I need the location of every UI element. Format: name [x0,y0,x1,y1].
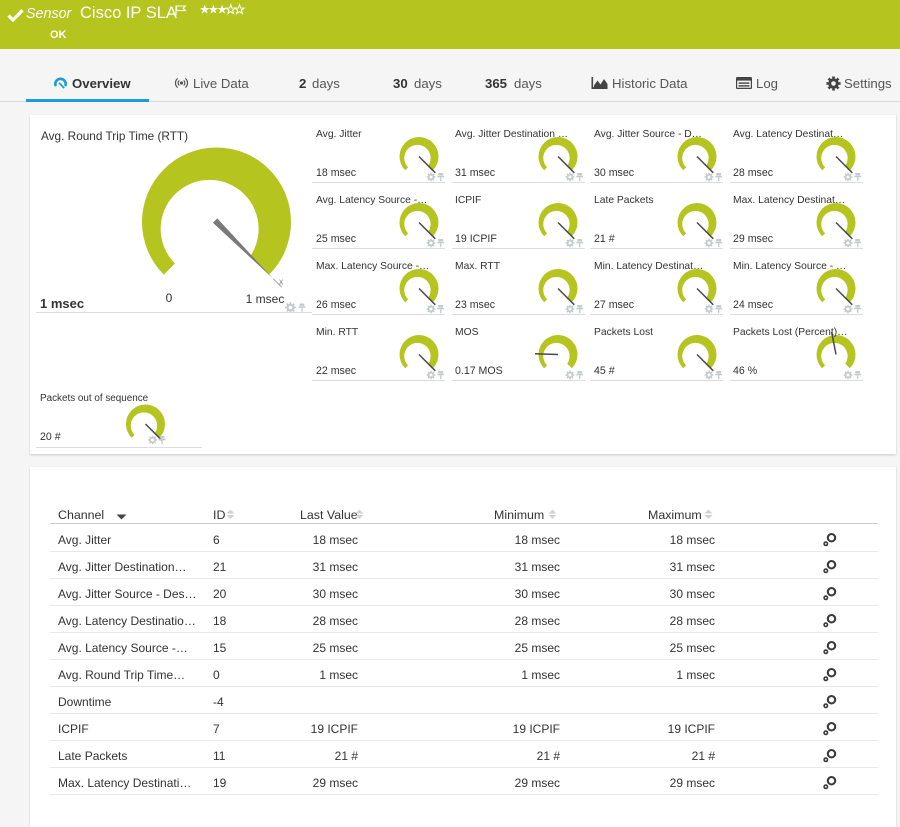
svg-text:x: x [279,276,284,286]
